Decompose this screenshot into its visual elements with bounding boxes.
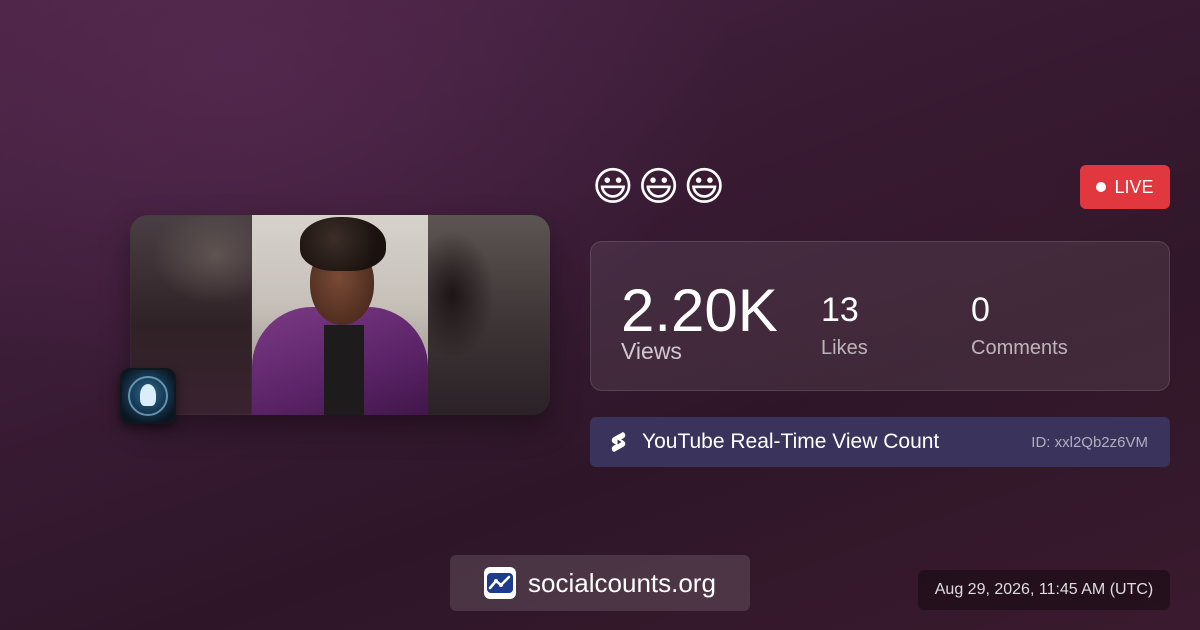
service-bar[interactable]: YouTube Real-Time View Count ID: xxl2Qb2… (590, 417, 1170, 467)
timestamp: Aug 29, 2026, 11:45 AM (UTC) (918, 570, 1170, 610)
likes-stat: 13 Likes (821, 292, 868, 360)
thumbnail-shirt (324, 325, 364, 415)
views-stat: 2.20K Views (621, 277, 778, 365)
likes-label: Likes (821, 337, 868, 359)
thumbnail-blur-right (428, 215, 550, 415)
video-id: ID: xxl2Qb2z6VM (1031, 433, 1148, 451)
thumbnail-hair (300, 217, 386, 271)
thumbnail-frame (252, 215, 428, 415)
live-badge: LIVE (1080, 165, 1170, 209)
channel-avatar[interactable] (120, 368, 176, 424)
video-thumbnail[interactable] (130, 215, 550, 415)
comments-label: Comments (971, 337, 1068, 359)
views-count: 2.20K (621, 277, 778, 344)
likes-count: 13 (821, 291, 859, 329)
youtube-shorts-icon (611, 432, 626, 452)
socialcounts-link[interactable]: socialcounts.org (450, 555, 750, 611)
video-title: 😃😃😃 (592, 164, 730, 210)
comments-count: 0 (971, 291, 990, 329)
live-dot-icon (1096, 182, 1107, 192)
stats-card: 2.20K Views 13 Likes 0 Comments (590, 241, 1170, 391)
comments-stat: 0 Comments (971, 292, 1068, 360)
avatar-ghost-icon (140, 384, 156, 406)
live-label: LIVE (1114, 176, 1154, 197)
service-label: YouTube Real-Time View Count (642, 430, 940, 453)
socialcounts-logo-icon (484, 567, 517, 599)
brand-name: socialcounts.org (528, 567, 716, 598)
